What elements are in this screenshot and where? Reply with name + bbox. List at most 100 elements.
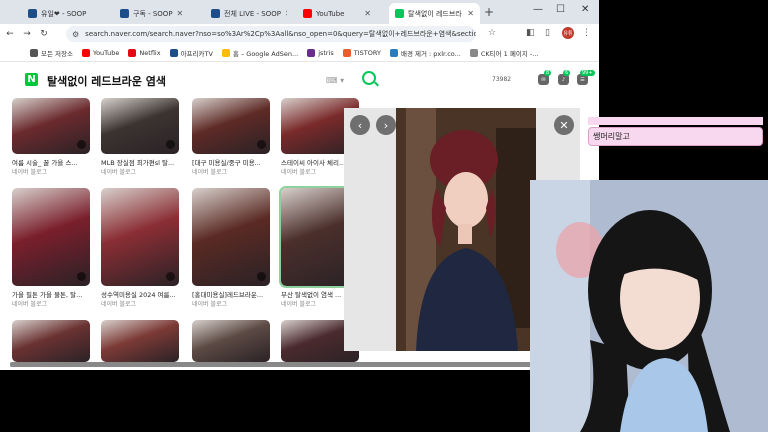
youtube-favicon-icon xyxy=(303,9,312,18)
chat-message-text: 쌩머리말고 xyxy=(593,132,630,141)
naver-favicon-icon xyxy=(395,9,404,18)
forward-arrow-icon[interactable]: → xyxy=(20,29,34,39)
screen: 유일❤ - SOOP ✕ 구독 - SOOP ✕ 전체 LIVE - SOOP … xyxy=(0,0,768,432)
naver-logo[interactable]: N xyxy=(25,73,38,86)
tab-soop-subscribe[interactable]: 구독 - SOOP ✕ xyxy=(114,3,184,24)
adsense-icon xyxy=(221,48,230,57)
bookmark-item[interactable]: 아프리카TV xyxy=(169,48,213,58)
soop-favicon-icon xyxy=(211,9,220,18)
maximize-icon[interactable]: ☐ xyxy=(556,4,565,15)
folder-icon xyxy=(30,48,38,57)
result-source: 네이버 블로그 xyxy=(101,169,137,176)
image-result-card[interactable]: [홍대미용실]레드브라운... 네이버 블로그 xyxy=(192,188,270,308)
bookmark-item[interactable]: Netflix xyxy=(128,48,161,57)
result-thumbnail[interactable] xyxy=(12,320,90,362)
result-thumbnail[interactable] xyxy=(101,188,179,286)
pixlr-icon xyxy=(389,48,398,57)
profile-avatar[interactable]: 유튜 xyxy=(562,27,574,39)
bookmark-item[interactable]: CK티어 1 페이지 -... xyxy=(469,48,539,58)
bookmark-item[interactable]: TISTORY xyxy=(342,48,381,57)
tab-naver-search[interactable]: 탈색없이 레드브라 ✕ xyxy=(389,3,480,24)
result-thumbnail[interactable] xyxy=(192,98,270,154)
image-result-card[interactable]: 여름 시술_ 꿀 가을 스... 네이버 블로그 xyxy=(12,98,90,176)
previous-image-button[interactable]: ‹ xyxy=(350,115,370,135)
soop-favicon-icon xyxy=(120,9,129,18)
bookmark-label: CK티어 1 페이지 -... xyxy=(480,49,539,58)
bookmark-item[interactable]: 홈 – Google AdSen... xyxy=(221,48,299,58)
site-info-icon[interactable]: ⚙ xyxy=(72,30,79,39)
location-pin-icon xyxy=(257,272,266,281)
bookmark-item[interactable]: YouTube xyxy=(81,48,120,57)
tab-soop-live[interactable]: 전체 LIVE - SOOP ✕ xyxy=(205,3,287,24)
bookmark-item[interactable]: jstris xyxy=(307,48,334,57)
soop-favicon-icon xyxy=(28,9,37,18)
result-thumbnail[interactable] xyxy=(101,98,179,154)
address-bar[interactable]: ⚙ search.naver.com/search.naver?nso=so%3… xyxy=(66,26,476,42)
result-caption[interactable]: 여름 시술_ 꿀 가을 스... xyxy=(12,157,90,167)
bookmark-label: 배경 제거 : pxlr.co... xyxy=(400,49,461,58)
result-caption[interactable]: 성수역미용실 2024 여름... xyxy=(101,289,179,299)
menu-icon[interactable]: ⋮ xyxy=(582,28,591,38)
url-text: search.naver.com/search.naver?nso=so%3Ar… xyxy=(85,30,476,38)
close-window-icon[interactable]: ✕ xyxy=(581,4,589,15)
next-image-button[interactable]: › xyxy=(376,115,396,135)
minimize-icon[interactable]: — xyxy=(533,4,543,15)
search-query-text[interactable]: 탈색없이 레드브라운 염색 xyxy=(47,73,166,89)
bookmark-label: YouTube xyxy=(92,48,120,57)
result-caption[interactable]: MLB 장실점 최가편sl 탈... xyxy=(101,157,179,167)
horizontal-scrollbar[interactable] xyxy=(10,362,599,367)
bookmark-item[interactable]: 모든 저장소 xyxy=(30,48,73,58)
bookmarks-bar: 모든 저장소 YouTube Netflix 아프리카TV 홈 – Google… xyxy=(0,44,599,62)
result-caption[interactable]: 가을 필톤 가을 물톤, 탈... xyxy=(12,289,90,299)
location-pin-icon xyxy=(77,140,86,149)
close-tab-icon[interactable]: ✕ xyxy=(360,9,371,18)
result-caption[interactable]: [대구 미용실/중구 미용... xyxy=(192,157,270,167)
user-id[interactable]: 73982 xyxy=(492,76,511,83)
result-thumbnail[interactable] xyxy=(12,188,90,286)
close-tab-icon[interactable]: ✕ xyxy=(86,9,90,18)
result-caption[interactable]: [홍대미용실]레드브라운... xyxy=(192,289,270,299)
result-source: 네이버 블로그 xyxy=(12,169,48,176)
location-pin-icon xyxy=(166,140,175,149)
tab-youtube[interactable]: YouTube ✕ xyxy=(297,3,377,24)
chat-message: 쌩머리말고 xyxy=(588,127,763,146)
result-thumbnail[interactable] xyxy=(12,98,90,154)
tab-label: YouTube xyxy=(316,9,345,18)
image-result-card[interactable] xyxy=(12,320,90,362)
back-arrow-icon[interactable]: ← xyxy=(3,29,17,39)
scrollbar-thumb[interactable] xyxy=(10,362,570,367)
tab-label: 전체 LIVE - SOOP xyxy=(224,9,281,18)
result-thumbnail[interactable] xyxy=(192,320,270,362)
close-tab-icon[interactable]: ✕ xyxy=(463,9,474,18)
result-thumbnail[interactable] xyxy=(192,188,270,286)
bookmark-item[interactable]: 배경 제거 : pxlr.co... xyxy=(389,48,461,58)
close-tab-icon[interactable]: ✕ xyxy=(173,9,184,18)
bookmark-star-icon[interactable]: ☆ xyxy=(488,28,496,38)
image-result-card[interactable] xyxy=(101,320,179,362)
woman-portrait-image xyxy=(396,108,536,351)
image-result-card[interactable]: [대구 미용실/중구 미용... 네이버 블로그 xyxy=(192,98,270,176)
notification-badge: 6 xyxy=(563,70,571,76)
image-result-card[interactable]: MLB 장실점 최가편sl 탈... 네이버 블로그 xyxy=(101,98,179,176)
location-pin-icon xyxy=(166,272,175,281)
close-viewer-button[interactable]: ✕ xyxy=(554,115,574,135)
image-result-card[interactable]: 성수역미용실 2024 여름... 네이버 블로그 xyxy=(101,188,179,308)
image-result-card[interactable]: 가을 필톤 가을 물톤, 탈... 네이버 블로그 xyxy=(12,188,90,308)
preview-photo[interactable] xyxy=(396,108,536,351)
result-source: 네이버 블로그 xyxy=(101,301,137,308)
globe-icon xyxy=(469,48,478,57)
new-tab-button[interactable]: + xyxy=(484,5,494,19)
reload-icon[interactable]: ↻ xyxy=(37,29,51,39)
sidepanel-icon[interactable]: ▯ xyxy=(545,28,550,38)
mail-badge: 8 xyxy=(544,70,552,76)
tab-soop-yuil[interactable]: 유일❤ - SOOP ✕ xyxy=(22,3,90,24)
image-result-card[interactable] xyxy=(192,320,270,362)
extensions-icon[interactable]: ◧ xyxy=(526,28,535,38)
bookmark-label: 홈 – Google AdSen... xyxy=(232,49,299,58)
afreecatv-icon xyxy=(169,48,178,57)
result-thumbnail[interactable] xyxy=(101,320,179,362)
keyboard-icon[interactable]: ⌨ ▾ xyxy=(326,76,344,85)
webcam-video-image xyxy=(530,180,768,432)
search-icon[interactable] xyxy=(362,71,376,85)
close-tab-icon[interactable]: ✕ xyxy=(281,9,287,18)
